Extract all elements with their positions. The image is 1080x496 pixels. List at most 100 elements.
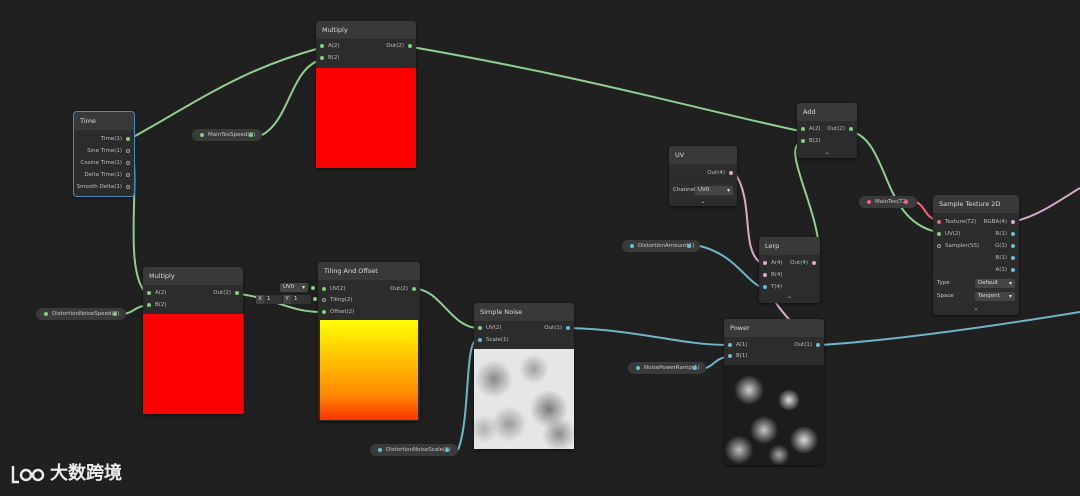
multiply-node-top[interactable]: Multiply A(2) B(2) Out(2) xyxy=(316,21,416,168)
output-port-delta-time[interactable]: Delta Time(1) xyxy=(84,170,130,180)
input-port-b[interactable]: B(2) xyxy=(147,300,167,310)
property-main-tex-speed[interactable]: MainTexSpeed(2) xyxy=(192,129,262,141)
property-main-tex[interactable]: MainTex(T2) xyxy=(859,196,917,208)
power-node[interactable]: Power A(1) B(1) Out(1) xyxy=(724,319,824,465)
port-dot-icon xyxy=(801,138,805,143)
port-dot-icon xyxy=(801,126,805,131)
property-distortion-noise-scale[interactable]: DistortionNoiseScale(1) xyxy=(370,444,458,456)
port-dot-icon xyxy=(235,290,239,295)
input-port-a[interactable]: A(2) xyxy=(320,41,340,51)
input-port-texture[interactable]: Texture(T2) xyxy=(937,217,976,227)
uv-channel-dropdown[interactable]: UV0 xyxy=(280,283,308,292)
output-port-rgba[interactable]: RGBA(4) xyxy=(984,217,1015,227)
port-dot-icon xyxy=(728,342,732,347)
input-port-sampler[interactable]: Sampler(SS) xyxy=(937,241,979,251)
output-port[interactable]: Out(2) xyxy=(827,124,853,134)
property-distortion-noise-speed[interactable]: DistortionNoiseSpeed(2) xyxy=(36,308,126,320)
type-dropdown[interactable]: Default xyxy=(975,279,1015,288)
space-label: Space xyxy=(937,293,954,299)
lerp-node[interactable]: Lerp A(4) B(4) T(4) Out(4) ⌄ xyxy=(759,237,820,303)
output-port-r[interactable]: R(1) xyxy=(995,229,1015,239)
port-dot-icon xyxy=(812,260,816,265)
tiling-x-field[interactable]: X1 xyxy=(256,295,282,304)
watermark-logo: 大数跨境 xyxy=(10,462,122,486)
collapse-chevron-icon[interactable]: ⌄ xyxy=(797,149,857,157)
input-port-tiling[interactable]: Tiling(2) xyxy=(322,295,353,305)
input-port-b[interactable]: B(2) xyxy=(801,136,821,146)
node-title: Tiling And Offset xyxy=(318,262,420,280)
port-dot-icon xyxy=(849,126,853,131)
property-dot-icon xyxy=(867,199,871,204)
port-dot-icon xyxy=(478,337,482,342)
input-port-scale[interactable]: Scale(1) xyxy=(478,335,509,345)
output-port[interactable]: Out(2) xyxy=(386,41,412,51)
output-port[interactable]: Out(1) xyxy=(794,340,820,350)
output-port[interactable]: Out(2) xyxy=(213,288,239,298)
port-dot-icon xyxy=(728,353,732,358)
time-node[interactable]: Time Time(1) Sine Time(1) Cosine Time(1)… xyxy=(73,111,135,197)
property-dot-icon xyxy=(630,243,634,248)
input-port-a[interactable]: A(2) xyxy=(801,124,821,134)
sample-texture-2d-node[interactable]: Sample Texture 2D Texture(T2) UV(2) Samp… xyxy=(933,195,1019,315)
input-port-offset[interactable]: Offset(2) xyxy=(322,307,354,317)
wire-noise-to-power xyxy=(569,327,729,346)
collapse-chevron-icon[interactable]: ⌄ xyxy=(669,198,737,206)
tiling-and-offset-node[interactable]: Tiling And Offset UV(2) Tiling(2) Offset… xyxy=(318,262,420,421)
preview-gradient xyxy=(320,320,418,420)
input-port-a[interactable]: A(2) xyxy=(147,288,167,298)
output-port-smooth-delta[interactable]: Smooth Delta(1) xyxy=(77,182,130,192)
port-dot-icon xyxy=(1011,231,1015,236)
output-port-g[interactable]: G(1) xyxy=(995,241,1015,251)
uv-node[interactable]: UV Out(4) Channel UV0 ⌄ xyxy=(669,146,737,206)
wire-sample-out xyxy=(1015,187,1080,222)
preview-red xyxy=(143,314,243,414)
output-port[interactable]: Out(4) xyxy=(707,168,733,178)
output-port-b[interactable]: B(1) xyxy=(995,253,1015,263)
collapse-chevron-icon[interactable]: ⌄ xyxy=(759,293,820,301)
port-dot-icon xyxy=(320,43,324,48)
input-port-a[interactable]: A(4) xyxy=(763,258,783,268)
type-label: Type xyxy=(937,280,950,286)
output-port-time[interactable]: Time(1) xyxy=(101,134,130,144)
output-port-cosine-time[interactable]: Cosine Time(1) xyxy=(81,158,130,168)
property-distortion-amount[interactable]: DistortionAmount(1) xyxy=(622,240,700,252)
output-port[interactable]: Out(1) xyxy=(544,323,570,333)
simple-noise-node[interactable]: Simple Noise UV(2) Scale(1) Out(1) xyxy=(474,303,574,449)
node-title: Multiply xyxy=(143,267,243,285)
input-port-b[interactable]: B(4) xyxy=(763,270,783,280)
input-port-uv[interactable]: UV(2) xyxy=(478,323,502,333)
node-title: Sample Texture 2D xyxy=(933,195,1019,213)
input-port-uv[interactable]: UV(2) xyxy=(937,229,961,239)
port-dot-icon xyxy=(320,55,324,60)
port-dot-icon xyxy=(322,297,326,302)
output-dot-icon xyxy=(249,133,253,137)
add-node[interactable]: Add A(2) B(2) Out(2) ⌄ xyxy=(797,103,857,158)
output-port-sine-time[interactable]: Sine Time(1) xyxy=(87,146,130,156)
input-port-b[interactable]: B(2) xyxy=(320,53,340,63)
property-noise-power-ramp[interactable]: NoisePowerRamp(1) xyxy=(628,362,706,374)
node-title: UV xyxy=(669,146,737,164)
property-dot-icon xyxy=(636,365,640,370)
wire-time-to-multiply-top xyxy=(127,47,321,141)
space-dropdown[interactable]: Tangent xyxy=(975,292,1015,301)
channel-dropdown[interactable]: UV0 xyxy=(695,186,733,195)
output-port[interactable]: Out(2) xyxy=(390,284,416,294)
multiply-node-bottom[interactable]: Multiply A(2) B(2) Out(2) xyxy=(143,267,243,414)
property-dot-icon xyxy=(44,311,48,316)
input-port-t[interactable]: T(4) xyxy=(763,282,782,292)
input-port-uv[interactable]: UV(2) xyxy=(322,284,346,294)
port-dot-icon xyxy=(147,290,151,295)
output-dot-icon xyxy=(445,448,449,452)
output-port[interactable]: Out(4) xyxy=(790,258,816,268)
output-port-a[interactable]: A(1) xyxy=(995,265,1015,275)
port-dot-icon xyxy=(1011,267,1015,272)
port-dot-icon xyxy=(126,184,130,189)
channel-row: Channel UV0 xyxy=(669,182,737,198)
collapse-chevron-icon[interactable]: ⌄ xyxy=(933,305,1019,313)
input-port-b[interactable]: B(1) xyxy=(728,351,748,361)
port-dot-icon xyxy=(126,172,130,177)
property-dot-icon xyxy=(378,447,382,452)
port-dot-icon xyxy=(147,302,151,307)
input-port-a[interactable]: A(1) xyxy=(728,340,748,350)
tiling-y-field[interactable]: Y1 xyxy=(283,295,311,304)
